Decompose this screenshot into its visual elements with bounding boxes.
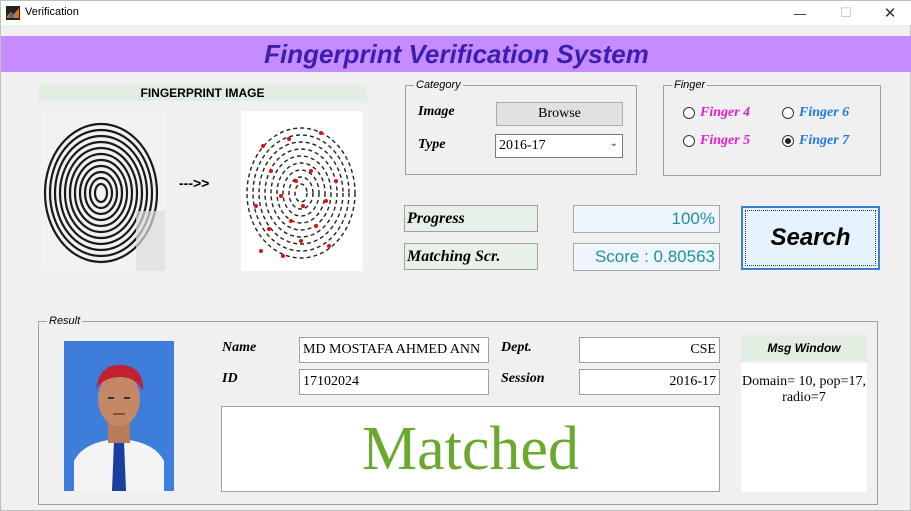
session-field[interactable]: 2016-17 [579,369,720,395]
matlab-app-icon [6,6,20,20]
chevron-down-icon: ⌄ [609,138,618,149]
window-title: Verification [25,6,79,18]
title-bar: Verification — ☐ ✕ [1,1,911,25]
minimize-button[interactable]: — [777,1,823,25]
finger-7-radio[interactable]: Finger 7 [782,133,849,149]
finger-6-radio[interactable]: Finger 6 [782,105,849,121]
finger-5-label: Finger 5 [700,133,751,148]
finger-4-radio[interactable]: Finger 4 [683,105,750,121]
matching-score-label: Matching Scr. [404,243,538,270]
msg-window-body: Domain= 10, pop=17, radio=7 [741,363,867,492]
dept-label: Dept. [501,340,532,355]
type-select-value: 2016-17 [499,138,546,153]
finger-group: Finger [663,79,881,176]
finger-6-label: Finger 6 [799,105,850,120]
maximize-button[interactable]: ☐ [823,1,869,25]
radio-circle-icon [683,135,695,147]
matching-score-value: Score : 0.80563 [573,243,720,271]
page-title: Fingerprint Verification System [264,39,649,69]
category-legend: Category [416,79,461,91]
browse-button[interactable]: Browse [496,102,623,126]
finger-legend: Finger [674,79,706,91]
header-banner: Fingerprint Verification System [1,36,911,72]
session-label: Session [501,371,545,386]
dept-field[interactable]: CSE [579,337,720,363]
finger-7-label: Finger 7 [799,133,850,148]
id-field[interactable]: 17102024 [299,369,489,395]
search-button[interactable]: Search [741,206,880,270]
id-label: ID [222,371,238,386]
msg-window-title: Msg Window [741,335,867,361]
msg-line-1: Domain= 10, pop=17, [742,374,866,389]
radio-circle-icon [782,107,794,119]
process-arrow: --->> [179,175,210,191]
radio-circle-icon [683,107,695,119]
type-select[interactable]: 2016-17 ⌄ [495,134,623,158]
result-legend: Result [49,315,81,327]
fingerprint-image-label: FINGERPRINT IMAGE [38,85,367,101]
name-label: Name [222,340,257,355]
finger-5-radio[interactable]: Finger 5 [683,133,750,149]
progress-label: Progress [404,205,538,232]
progress-value: 100% [573,205,720,233]
image-label: Image [418,104,455,119]
name-field[interactable]: MD MOSTAFA AHMED ANN [299,337,489,363]
radio-checked-icon [782,135,794,147]
category-group: Category [405,79,637,175]
msg-line-2: radio=7 [782,390,826,405]
close-button[interactable]: ✕ [867,1,911,25]
finger-4-label: Finger 4 [700,105,751,120]
type-label: Type [418,137,446,152]
processed-fingerprint-image [241,111,363,271]
person-photo [64,341,174,491]
fingerprint-image [41,111,165,271]
match-status-display: Matched [221,406,720,492]
verification-window: Verification — ☐ ✕ Fingerprint Verificat… [0,0,911,511]
